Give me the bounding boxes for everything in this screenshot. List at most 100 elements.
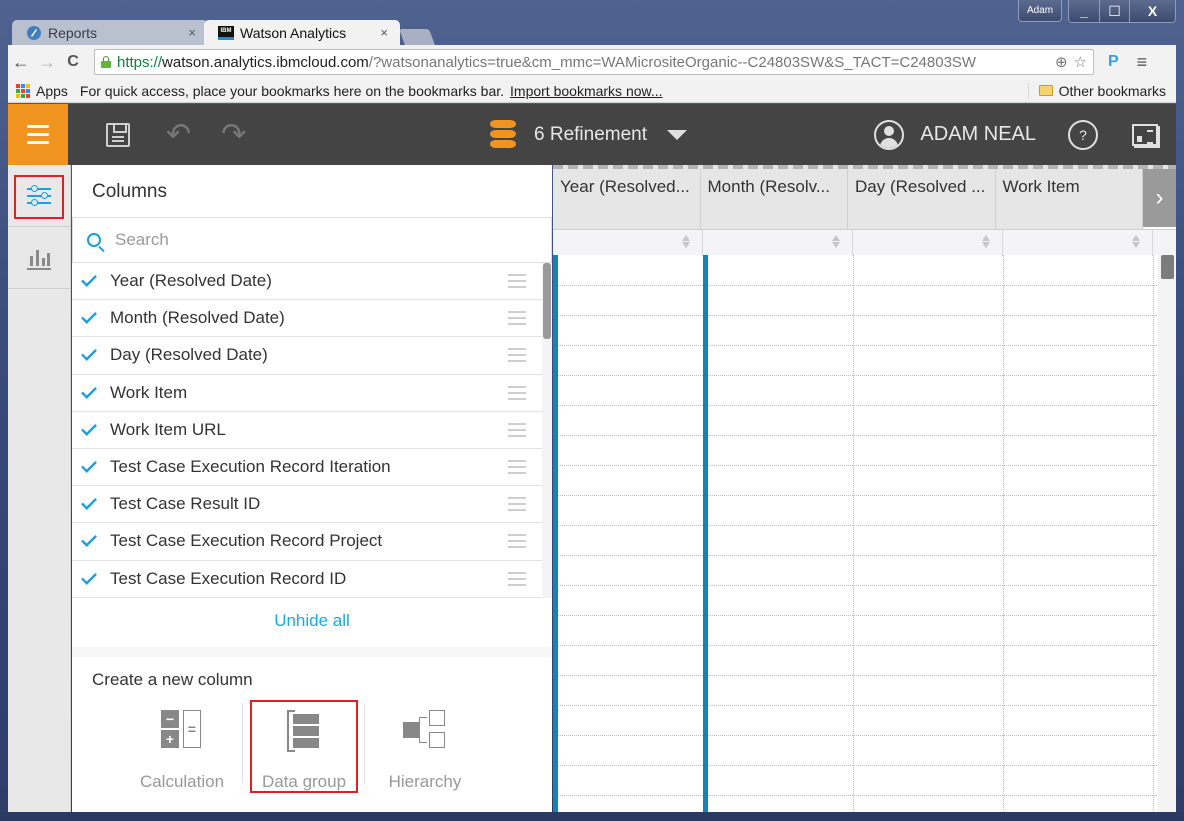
checkmark-icon[interactable] (81, 568, 97, 585)
column-list-scrollbar[interactable] (542, 263, 552, 598)
sort-cell (853, 230, 1003, 256)
checkmark-icon[interactable] (81, 308, 97, 325)
list-item[interactable]: Test Case Execution Record ID (72, 561, 542, 598)
scrollbar-thumb[interactable] (543, 263, 551, 339)
list-item[interactable]: Test Case Result ID (72, 486, 542, 524)
grid-scrollbar[interactable] (1158, 255, 1176, 812)
dataset-selector[interactable]: 6 Refinement (490, 104, 688, 165)
unhide-all-link[interactable]: Unhide all (72, 611, 552, 631)
column-header[interactable]: Year (Resolved... (553, 169, 701, 229)
grid-row-line (553, 375, 1163, 376)
address-bar[interactable]: https:// watson.analytics.ibmcloud.com /… (94, 49, 1094, 75)
list-item[interactable]: Test Case Execution Record Project (72, 523, 542, 561)
tab-watson-analytics[interactable]: IBM Watson Analytics × (204, 20, 400, 45)
undo-icon[interactable]: ↶ (166, 117, 191, 152)
close-icon[interactable]: × (188, 25, 196, 40)
list-item[interactable]: Work Item URL (72, 412, 542, 449)
report-view-icon[interactable] (1132, 123, 1158, 146)
column-header[interactable]: Day (Resolved ... (848, 169, 996, 229)
list-item[interactable]: Year (Resolved Date) (72, 263, 542, 301)
rail-item-chart[interactable] (8, 227, 70, 289)
redo-icon[interactable]: ↷ (221, 117, 246, 152)
minimize-button[interactable]: _ (1069, 0, 1099, 22)
save-icon[interactable] (106, 122, 130, 147)
list-item[interactable]: Test Case Execution Record Iteration (72, 449, 542, 487)
column-label: Work Item URL (110, 419, 226, 439)
maximize-button[interactable]: ☐ (1099, 0, 1129, 22)
grid-row-line (553, 525, 1163, 526)
drag-handle-icon[interactable] (508, 348, 526, 363)
drag-handle-icon[interactable] (508, 497, 526, 512)
grid-row-line (553, 675, 1163, 676)
apps-grid-icon[interactable] (16, 83, 30, 98)
user-area: ADAM NEAL ? (874, 104, 1176, 165)
folder-icon (1038, 85, 1053, 96)
tab-title: Watson Analytics (240, 24, 347, 41)
chevron-down-icon (667, 129, 688, 140)
sort-icon[interactable] (1132, 235, 1140, 248)
search-input[interactable] (115, 230, 515, 250)
list-item[interactable]: Day (Resolved Date) (72, 337, 542, 375)
drag-handle-icon[interactable] (508, 571, 526, 586)
user-name[interactable]: ADAM NEAL (920, 123, 1036, 146)
column-label: Test Case Execution Record Iteration (110, 457, 391, 477)
grid-row-line (553, 615, 1163, 616)
back-icon[interactable]: ← (8, 52, 34, 73)
drag-handle-icon[interactable] (508, 460, 526, 475)
checkmark-icon[interactable] (81, 494, 97, 511)
option-label: Calculation (139, 772, 225, 791)
column-accent-bar (553, 255, 558, 812)
drag-handle-icon[interactable] (508, 422, 526, 437)
chevron-right-icon[interactable]: › (1143, 169, 1176, 227)
list-item[interactable]: Month (Resolved Date) (72, 300, 542, 338)
help-icon[interactable]: ? (1068, 119, 1098, 150)
checkmark-icon[interactable] (81, 271, 97, 288)
bookmark-star-icon[interactable]: ☆ (1074, 53, 1087, 71)
new-tab-button[interactable] (399, 29, 435, 45)
browser-menu-icon[interactable]: ≡ (1137, 52, 1148, 73)
calculation-button[interactable]: − + = Calculation (127, 700, 237, 792)
column-header[interactable]: Work Item (996, 169, 1143, 229)
close-window-button[interactable]: X (1129, 0, 1175, 22)
checkmark-icon[interactable] (81, 457, 97, 473)
dataset-name: 6 Refinement (534, 123, 648, 145)
checkmark-icon[interactable] (81, 345, 97, 362)
extension-icon[interactable]: P (1108, 53, 1119, 71)
apps-link[interactable]: Apps (36, 83, 68, 99)
checkmark-icon[interactable] (81, 531, 97, 548)
hamburger-menu-icon[interactable] (8, 104, 68, 165)
window-buttons: _ ☐ X (1068, 0, 1176, 23)
checkmark-icon[interactable] (81, 419, 97, 436)
bar-chart-icon (27, 246, 51, 270)
checkmark-icon[interactable] (81, 382, 97, 399)
close-icon[interactable]: × (380, 25, 388, 40)
rail-item-columns[interactable] (8, 165, 70, 227)
sort-icon[interactable] (682, 235, 690, 248)
option-label: Hierarchy (388, 772, 462, 791)
sort-cell (703, 230, 853, 256)
other-bookmarks[interactable]: Other bookmarks (1027, 82, 1166, 99)
url-host: watson.analytics.ibmcloud.com (162, 53, 369, 71)
scrollbar-thumb[interactable] (1161, 255, 1174, 279)
tab-reports[interactable]: Reports × (12, 20, 208, 45)
user-avatar-icon[interactable] (874, 119, 905, 150)
sort-icon[interactable] (982, 235, 990, 248)
reload-icon[interactable]: C (60, 53, 86, 71)
other-bookmarks-label: Other bookmarks (1058, 82, 1166, 99)
grid-header: Year (Resolved... Month (Resolv... Day (… (553, 169, 1143, 229)
forward-icon[interactable]: → (34, 52, 60, 73)
drag-handle-icon[interactable] (508, 534, 526, 549)
search-field[interactable] (72, 217, 552, 263)
sort-icon[interactable] (832, 235, 840, 248)
drag-handle-icon[interactable] (508, 385, 526, 400)
drag-handle-icon[interactable] (508, 311, 526, 326)
column-header[interactable]: Month (Resolv... (701, 169, 848, 229)
grid-row-line (553, 795, 1163, 796)
zoom-icon[interactable]: ⊕ (1055, 53, 1068, 71)
drag-handle-icon[interactable] (508, 274, 526, 289)
lock-icon (101, 56, 111, 68)
hierarchy-button[interactable]: Hierarchy (370, 700, 480, 792)
profile-badge[interactable]: Adam (1018, 0, 1062, 22)
list-item[interactable]: Work Item (72, 375, 542, 412)
import-bookmarks-link[interactable]: Import bookmarks now... (510, 83, 663, 99)
